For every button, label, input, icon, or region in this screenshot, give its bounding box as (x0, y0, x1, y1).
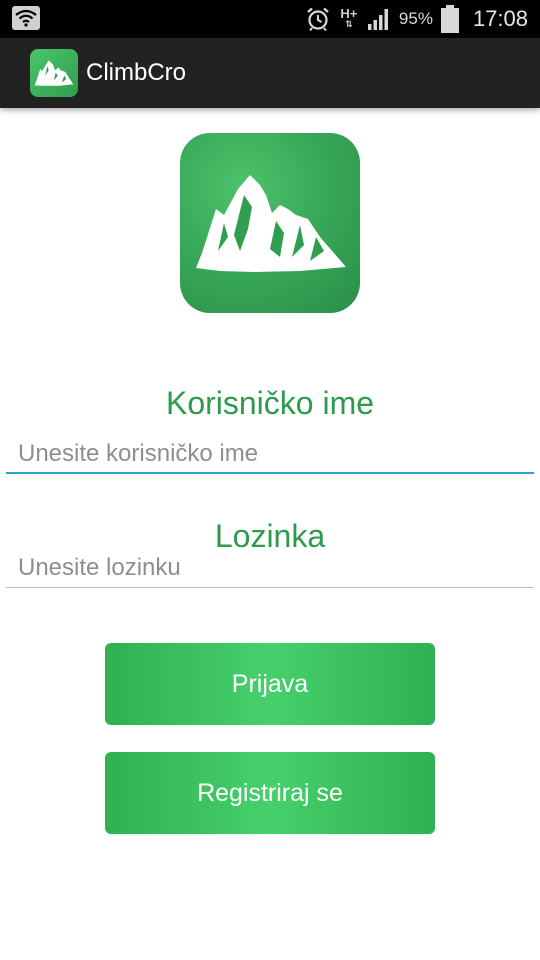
username-input[interactable] (6, 436, 534, 474)
app-title: ClimbCro (86, 59, 187, 86)
signal-icon (367, 9, 388, 30)
alarm-icon (307, 7, 329, 32)
login-button[interactable]: Prijava (105, 643, 435, 725)
data-arrows-icon: H+ ⇅ (340, 6, 358, 29)
status-bar: H+ ⇅ 95% 17:08 (0, 0, 540, 38)
app-logo (180, 133, 360, 313)
username-field-container (6, 436, 534, 474)
wifi-icon (12, 6, 40, 30)
status-clock: 17:08 (472, 6, 528, 31)
action-bar: ClimbCro (0, 38, 540, 108)
register-button[interactable]: Registriraj se (105, 752, 435, 834)
password-input[interactable] (6, 549, 534, 588)
username-label: Korisničko ime (165, 385, 375, 421)
battery-percent: 95% (398, 9, 433, 28)
mountain-logo-icon[interactable] (30, 49, 78, 97)
mountain-logo-icon (196, 175, 346, 272)
password-field-container (6, 549, 534, 588)
battery-icon (440, 5, 459, 33)
